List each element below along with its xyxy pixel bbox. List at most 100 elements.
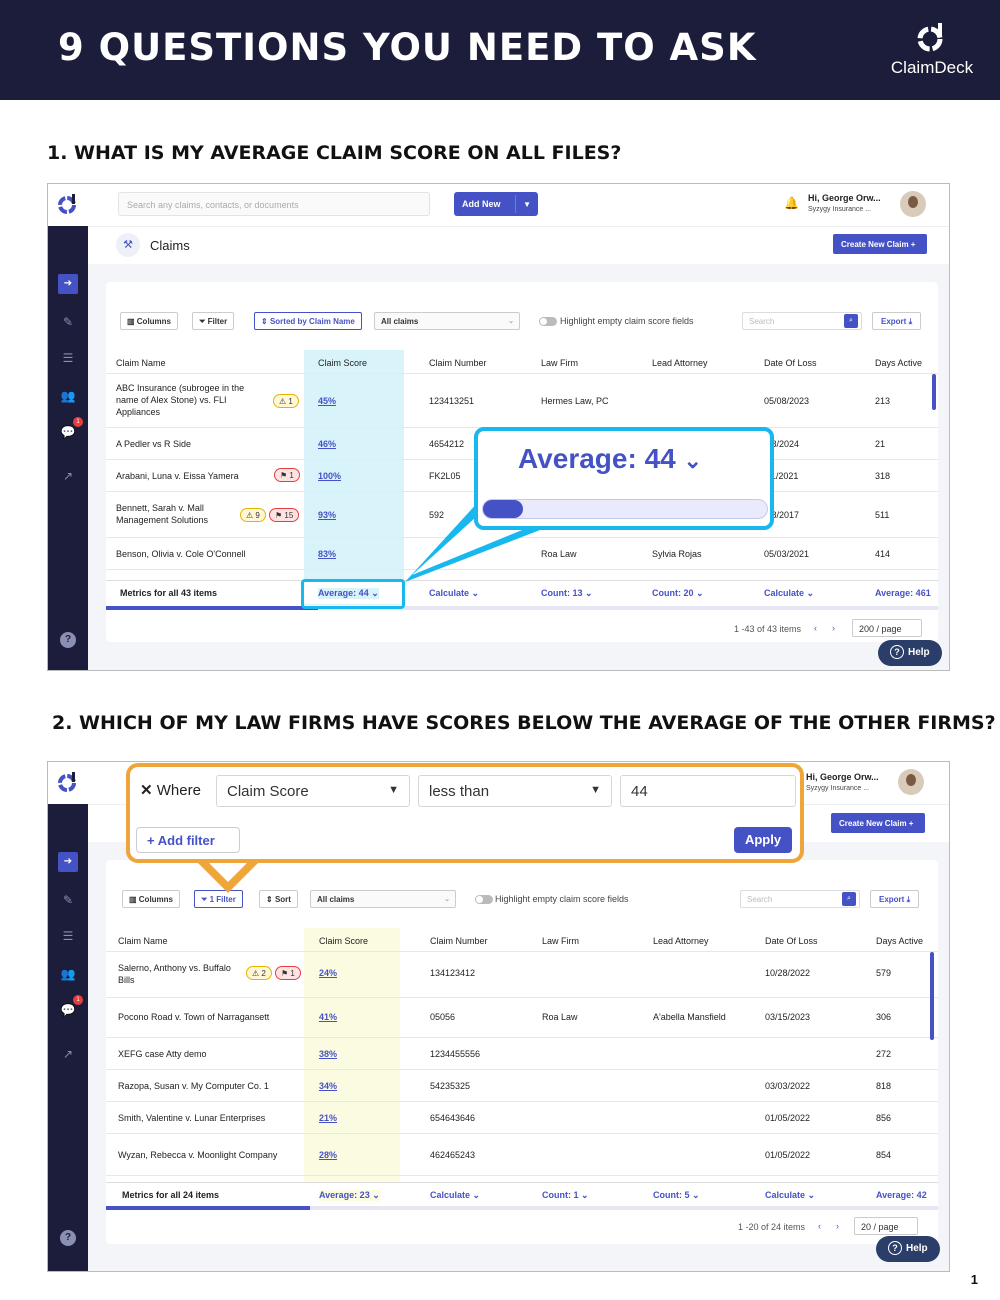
- add-filter-button[interactable]: + Add filter: [136, 827, 240, 853]
- date-of-loss: 10/28/2022: [765, 968, 811, 978]
- days-active: 579: [876, 968, 892, 978]
- filter-popup: ✕ Where Claim Score ▼ less than ▼ 44 + Add…: [126, 763, 804, 863]
- claim-score[interactable]: 28%: [319, 1149, 337, 1161]
- attorney-metric-text: Count: 5: [653, 1190, 690, 1200]
- number-metric[interactable]: Calculate ⌄: [430, 1190, 480, 1201]
- days-active: 272: [876, 1049, 892, 1059]
- days-active: 818: [876, 1081, 892, 1091]
- flag-tag: ⚑ 1: [275, 966, 301, 980]
- help-label: Help: [906, 1243, 928, 1254]
- filter-field-value: Claim Score: [227, 783, 309, 800]
- filter-row-label: ✕ Where: [140, 781, 201, 799]
- table-row[interactable]: Smith, Valentine v. Lunar Enterprises 21…: [106, 1102, 938, 1134]
- number-metric-text: Calculate: [430, 1190, 471, 1200]
- warning-tag: ⚠ 2: [246, 966, 272, 980]
- metrics-label: Metrics for all 24 items: [122, 1190, 220, 1200]
- lead-attorney: A'abella Mansfield: [653, 1012, 726, 1022]
- date-of-loss: 01/05/2022: [765, 1113, 811, 1123]
- list-icon[interactable]: ☰: [58, 926, 78, 946]
- caret-down-icon: ▼: [590, 784, 601, 796]
- horizontal-scrollbar[interactable]: [106, 1206, 938, 1210]
- filter-value-input[interactable]: 44: [620, 775, 796, 807]
- col-claim-name[interactable]: Claim Name: [118, 936, 168, 946]
- claim-number: 54235325: [430, 1081, 471, 1091]
- col-law-firm[interactable]: Law Firm: [542, 936, 579, 946]
- date-of-loss: 01/05/2022: [765, 1150, 811, 1160]
- table-row[interactable]: Wyzan, Rebecca v. Moonlight Company 28% …: [106, 1134, 938, 1176]
- question-icon: ?: [888, 1241, 902, 1255]
- days-active: 856: [876, 1113, 892, 1123]
- col-lead-attorney[interactable]: Lead Attorney: [653, 936, 709, 946]
- claim-name[interactable]: Razopa, Susan v. My Computer Co. 1: [118, 1080, 269, 1092]
- table-row[interactable]: XEFG case Atty demo 38% 1234455556 272: [106, 1038, 938, 1070]
- table-row[interactable]: Salerno, Anthony vs. Buffalo Bills ⚠ 2 ⚑…: [106, 952, 938, 998]
- table-row[interactable]: Pocono Road v. Town of Narragansett 41% …: [106, 998, 938, 1038]
- table-row[interactable]: Razopa, Susan v. My Computer Co. 1 34% 5…: [106, 1070, 938, 1102]
- apply-button[interactable]: Apply: [734, 827, 792, 853]
- scroll-thumb[interactable]: [106, 1206, 310, 1210]
- date-of-loss: 03/15/2023: [765, 1012, 811, 1022]
- chevron-down-icon: ⌄: [581, 1190, 589, 1200]
- pagination-text: 1 -20 of 24 items: [738, 1222, 806, 1232]
- claim-score[interactable]: 38%: [319, 1048, 337, 1060]
- where-label: Where: [156, 782, 201, 799]
- chevron-down-icon: ⌄: [372, 1190, 380, 1200]
- claim-name[interactable]: Wyzan, Rebecca v. Moonlight Company: [118, 1149, 277, 1161]
- claim-name[interactable]: Smith, Valentine v. Lunar Enterprises: [118, 1112, 265, 1124]
- help-button[interactable]: ? Help: [876, 1236, 940, 1262]
- chevron-down-icon: ⌄: [807, 1190, 816, 1200]
- firm-metric[interactable]: Count: 1 ⌄: [542, 1190, 589, 1201]
- next-page-icon[interactable]: ›: [836, 1221, 839, 1231]
- claims-table-panel: ▥ Columns ⏷ 1 Filter ⇕ Sort All claims ⌄ …: [106, 860, 938, 1244]
- days-active: 854: [876, 1150, 892, 1160]
- caret-down-icon: ▼: [388, 784, 399, 796]
- vertical-scrollbar[interactable]: [930, 952, 934, 1040]
- claim-number: 462465243: [430, 1150, 476, 1160]
- date-of-loss: 03/03/2022: [765, 1081, 811, 1091]
- col-date-of-loss[interactable]: Date Of Loss: [765, 936, 818, 946]
- claim-name[interactable]: Salerno, Anthony vs. Buffalo Bills: [118, 962, 242, 986]
- claim-name[interactable]: Pocono Road v. Town of Narragansett: [118, 1011, 269, 1023]
- notification-badge: 1: [73, 995, 83, 1005]
- claim-number: 654643646: [430, 1113, 476, 1123]
- claim-score[interactable]: 41%: [319, 1011, 337, 1023]
- col-claim-score[interactable]: Claim Score: [319, 936, 368, 946]
- help-circle-icon[interactable]: ?: [60, 1230, 76, 1246]
- chevron-down-icon: ⌄: [472, 1190, 481, 1200]
- claim-score[interactable]: 24%: [319, 967, 337, 979]
- days-active: 306: [876, 1012, 892, 1022]
- add-filter-label: Add filter: [157, 833, 215, 848]
- claim-number: 1234455556: [430, 1049, 481, 1059]
- flag-count: 1: [290, 969, 295, 978]
- attorney-metric[interactable]: Count: 5 ⌄: [653, 1190, 700, 1201]
- prev-page-icon[interactable]: ‹: [818, 1221, 821, 1231]
- plus-icon: +: [147, 833, 158, 848]
- law-firm: Roa Law: [542, 1012, 578, 1022]
- page-size-select[interactable]: 20 / page: [854, 1217, 918, 1235]
- chevron-down-icon: ⌄: [692, 1190, 700, 1200]
- page-number: 1: [970, 1272, 978, 1287]
- close-icon[interactable]: ✕: [140, 782, 153, 799]
- score-average-text: Average: 23: [319, 1190, 370, 1200]
- days-metric[interactable]: Average: 42: [876, 1190, 927, 1200]
- date-metric[interactable]: Calculate ⌄: [765, 1190, 815, 1201]
- claim-number: 05056: [430, 1012, 456, 1022]
- claim-name[interactable]: XEFG case Atty demo: [118, 1048, 207, 1060]
- messages-icon[interactable]: 💬 1: [58, 995, 83, 1020]
- col-claim-number[interactable]: Claim Number: [430, 936, 488, 946]
- metrics-row: Metrics for all 24 items Average: 23 ⌄ C…: [106, 1182, 938, 1206]
- col-days-active[interactable]: Days Active: [876, 936, 923, 946]
- date-metric-text: Calculate: [765, 1190, 806, 1200]
- table-header: Claim Name Claim Score Claim Number Law …: [106, 928, 938, 952]
- filter-field-select[interactable]: Claim Score ▼: [216, 775, 410, 807]
- firm-metric-text: Count: 1: [542, 1190, 579, 1200]
- warning-count: 2: [261, 969, 266, 978]
- claim-score[interactable]: 34%: [319, 1080, 337, 1092]
- claim-number: 134123412: [430, 968, 476, 978]
- users-icon[interactable]: 👥: [58, 964, 78, 984]
- claim-score[interactable]: 21%: [319, 1112, 337, 1124]
- filter-operator-select[interactable]: less than ▼: [418, 775, 612, 807]
- share-icon[interactable]: ↗: [58, 1044, 78, 1064]
- score-average[interactable]: Average: 23 ⌄: [319, 1190, 380, 1201]
- filter-operator-value: less than: [429, 783, 490, 800]
